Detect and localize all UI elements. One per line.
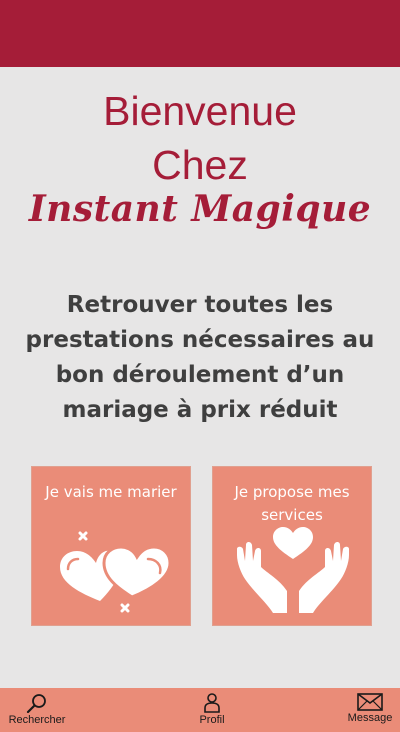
- getting-married-button[interactable]: Je vais me marier: [31, 466, 191, 626]
- welcome-heading: Bienvenue Chez: [0, 84, 400, 192]
- welcome-line-2: Chez: [152, 142, 248, 188]
- offer-services-button[interactable]: Je propose mes services: [212, 466, 372, 626]
- nav-message-label: Message: [347, 712, 393, 724]
- nav-message-button[interactable]: Message: [340, 688, 400, 732]
- brand-name: Instant Magique: [28, 188, 372, 230]
- nav-search-label: Rechercher: [8, 714, 66, 726]
- bottom-nav: Rechercher Profil Message: [0, 688, 400, 732]
- profile-icon: [204, 693, 220, 713]
- getting-married-label: Je vais me marier: [45, 483, 177, 501]
- offer-services-label: Je propose mes services: [234, 483, 350, 524]
- search-icon: [26, 694, 46, 713]
- nav-search-button[interactable]: Rechercher: [2, 688, 72, 732]
- top-bar: [0, 0, 400, 67]
- hearts-icon: [60, 531, 172, 613]
- tagline: Retrouver toutes les prestations nécessa…: [25, 292, 375, 423]
- envelope-icon: [357, 693, 383, 711]
- hands-heart-icon: [237, 527, 349, 613]
- nav-profile-button[interactable]: Profil: [182, 688, 242, 732]
- nav-profile-label: Profil: [199, 714, 225, 726]
- welcome-line-1: Bienvenue: [103, 88, 297, 134]
